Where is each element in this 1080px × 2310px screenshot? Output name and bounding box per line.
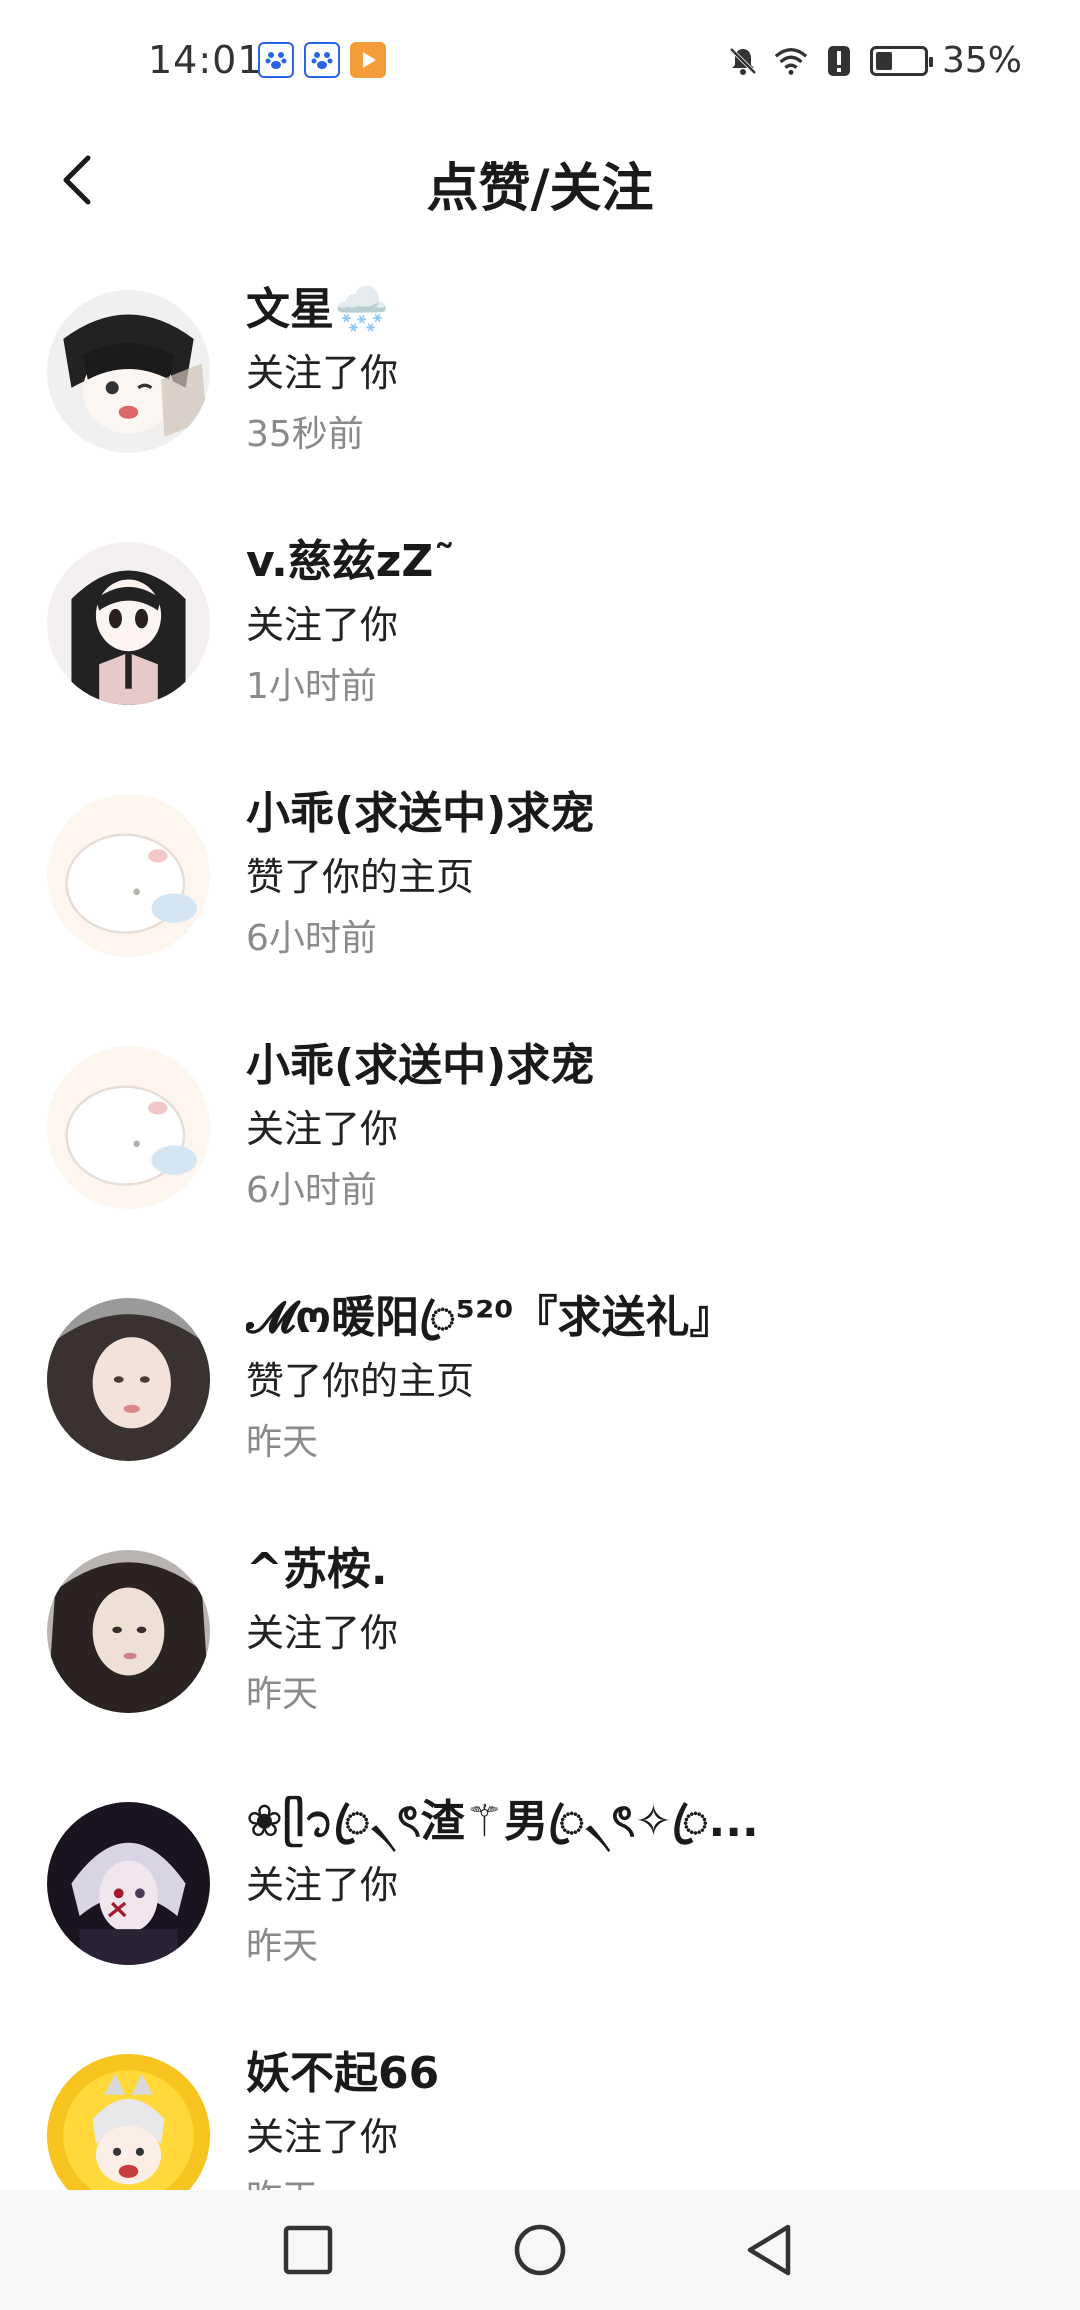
timestamp: 昨天 <box>246 1674 319 1715</box>
avatar[interactable] <box>47 290 210 453</box>
user-name[interactable]: 小乖(求送中)求宠 <box>246 1036 1040 1096</box>
back-triangle-icon <box>747 2224 791 2276</box>
avatar[interactable] <box>47 542 210 705</box>
action-text: 关注了你 <box>246 2115 399 2159</box>
recents-square-icon <box>283 2225 333 2275</box>
list-item[interactable]: 小乖(求送中)求宠 赞了你的主页 6小时前 <box>0 754 1080 1006</box>
list-item[interactable]: v.慈兹zZ˜ 关注了你 1小时前 <box>0 502 1080 754</box>
video-play-icon <box>350 42 386 78</box>
avatar[interactable] <box>47 794 210 957</box>
back-nav-button[interactable] <box>736 2216 804 2284</box>
notification-list[interactable]: 文星🌨️ 关注了你 35秒前 v.慈兹zZ˜ 关注了你 1小时前 小乖(求送中)… <box>0 250 1080 2266</box>
list-item[interactable]: ^苏桉. 关注了你 昨天 <box>0 1510 1080 1762</box>
status-bar: 14:01 35% <box>0 0 1080 120</box>
battery-icon <box>869 45 933 76</box>
action-text: 关注了你 <box>246 1107 399 1151</box>
list-item[interactable]: 文星🌨️ 关注了你 35秒前 <box>0 250 1080 502</box>
user-name[interactable]: 文星🌨️ <box>246 280 1040 340</box>
timestamp: 6小时前 <box>246 1170 377 1211</box>
status-time: 14:01 <box>148 38 263 82</box>
recents-button[interactable] <box>274 2216 342 2284</box>
timestamp: 1小时前 <box>246 666 377 707</box>
user-name[interactable]: 妖不起66 <box>246 2044 1040 2104</box>
action-text: 关注了你 <box>246 351 399 395</box>
timestamp: 35秒前 <box>246 414 364 455</box>
avatar[interactable] <box>47 1802 210 1965</box>
user-name[interactable]: ❀ᥫ᭡ꦿ৲ৎ渣⚚男ꦿ৲ৎ✧ꦿ... <box>246 1792 1040 1852</box>
list-item[interactable]: 𝓜ო暖阳ꦿ⁵²⁰『求送礼』 赞了你的主页 昨天 <box>0 1258 1080 1510</box>
list-item[interactable]: 小乖(求送中)求宠 关注了你 6小时前 <box>0 1006 1080 1258</box>
user-name[interactable]: 𝓜ო暖阳ꦿ⁵²⁰『求送礼』 <box>246 1288 1040 1348</box>
baidu-paw-icon <box>258 42 294 78</box>
page-title: 点赞/关注 <box>426 159 654 219</box>
list-item[interactable]: ❀ᥫ᭡ꦿ৲ৎ渣⚚男ꦿ৲ৎ✧ꦿ... 关注了你 昨天 <box>0 1762 1080 2014</box>
system-nav-bar <box>0 2190 1080 2310</box>
notification-icons <box>258 42 386 78</box>
avatar[interactable] <box>47 1550 210 1713</box>
action-text: 赞了你的主页 <box>246 1359 475 1403</box>
user-name[interactable]: ^苏桉. <box>246 1540 1040 1600</box>
mute-bell-icon <box>726 44 760 78</box>
action-text: 赞了你的主页 <box>246 855 475 899</box>
user-name[interactable]: v.慈兹zZ˜ <box>246 532 1040 592</box>
user-name[interactable]: 小乖(求送中)求宠 <box>246 784 1040 844</box>
battery-fill <box>875 51 892 70</box>
home-button[interactable] <box>506 2216 574 2284</box>
action-text: 关注了你 <box>246 1611 399 1655</box>
action-text: 关注了你 <box>246 603 399 647</box>
timestamp: 6小时前 <box>246 918 377 959</box>
timestamp: 昨天 <box>246 1926 319 1967</box>
action-text: 关注了你 <box>246 1863 399 1907</box>
status-right-icons: 35% <box>726 40 1022 81</box>
avatar[interactable] <box>47 1298 210 1461</box>
header: 点赞/关注 <box>0 120 1080 240</box>
baidu-paw-icon <box>304 42 340 78</box>
wifi-icon <box>774 44 808 78</box>
battery-percent: 35% <box>941 40 1022 81</box>
home-circle-icon <box>514 2224 566 2276</box>
alert-icon <box>822 44 856 78</box>
timestamp: 昨天 <box>246 1422 319 1463</box>
avatar[interactable] <box>47 1046 210 1209</box>
